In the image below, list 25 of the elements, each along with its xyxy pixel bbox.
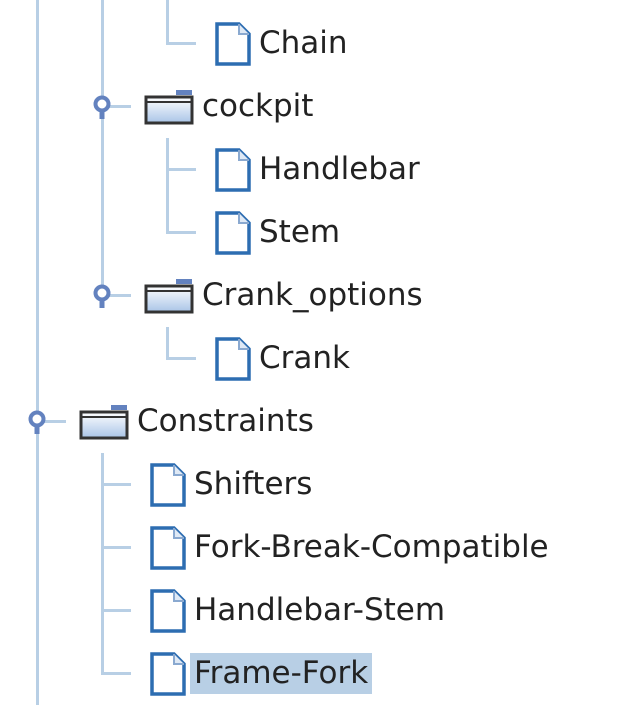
tree-item[interactable]: Handlebar <box>255 148 424 190</box>
folder-icon <box>79 404 129 440</box>
document-icon <box>215 210 251 254</box>
document-icon <box>150 462 186 506</box>
tree-item[interactable]: Stem <box>255 212 344 254</box>
tree-item[interactable]: Constraints <box>133 400 318 442</box>
expanded-handle-icon[interactable] <box>92 95 112 119</box>
expanded-handle-icon[interactable] <box>92 284 112 308</box>
tree-item[interactable]: Crank <box>255 338 354 380</box>
tree-item[interactable]: Chain <box>255 22 352 64</box>
tree-item[interactable]: Crank_options <box>198 274 427 316</box>
tree-item[interactable]: Handlebar-Stem <box>190 590 450 632</box>
document-icon <box>215 22 251 66</box>
folder-icon <box>144 278 194 314</box>
folder-icon <box>144 88 194 124</box>
document-icon <box>150 652 186 696</box>
document-icon <box>215 148 251 192</box>
tree-item[interactable]: Shifters <box>190 464 316 506</box>
expanded-handle-icon[interactable] <box>27 410 47 434</box>
document-icon <box>150 588 186 632</box>
tree-item[interactable]: cockpit <box>198 86 318 128</box>
document-icon <box>150 526 186 570</box>
document-icon <box>215 336 251 380</box>
tree-item[interactable]: Frame-Fork <box>190 652 372 694</box>
tree-item[interactable]: Fork-Break-Compatible <box>190 526 553 568</box>
